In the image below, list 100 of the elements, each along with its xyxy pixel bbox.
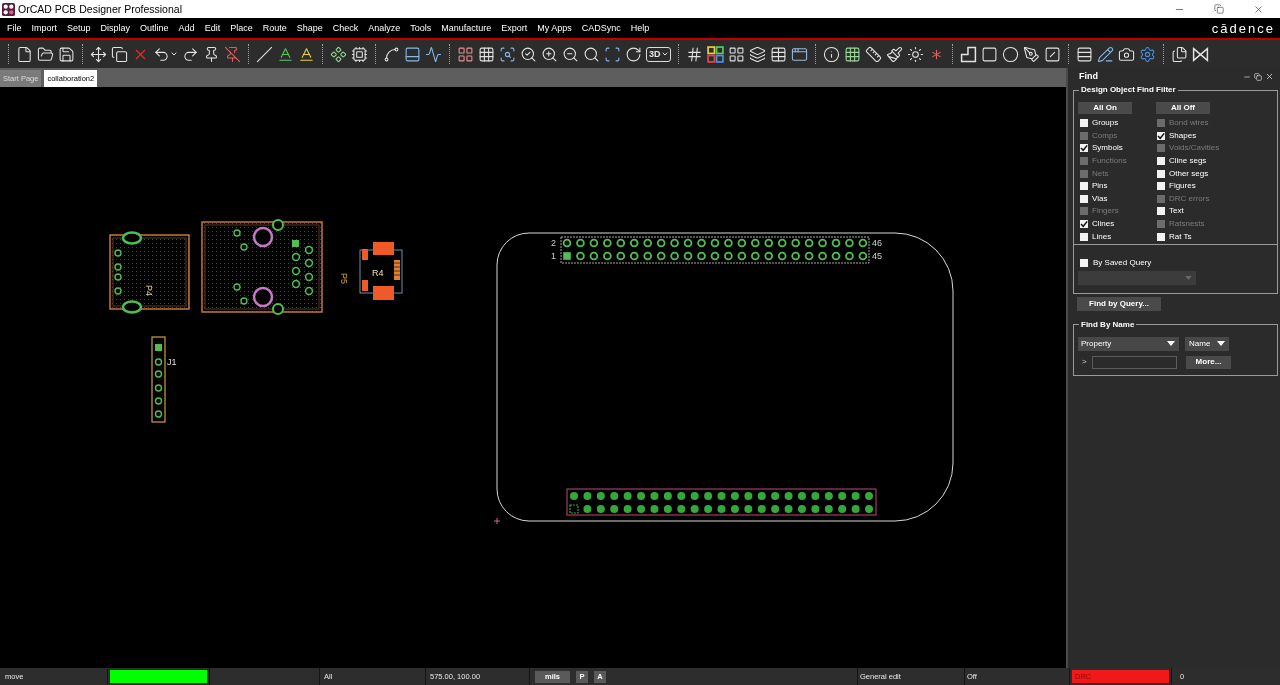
menu-item[interactable]: Edit bbox=[204, 23, 221, 33]
zoom-icon[interactable] bbox=[520, 45, 537, 63]
caret-icon bbox=[1185, 275, 1192, 280]
zoom-area-icon[interactable] bbox=[499, 45, 516, 63]
save-icon[interactable] bbox=[58, 45, 75, 63]
bowtie-icon[interactable] bbox=[1191, 45, 1209, 63]
menu-item[interactable]: Route bbox=[262, 23, 287, 33]
menu-item[interactable]: Add bbox=[178, 23, 195, 33]
file-icon[interactable] bbox=[16, 45, 33, 63]
rows-icon[interactable] bbox=[1075, 45, 1093, 63]
menu-item[interactable]: Tools bbox=[410, 23, 432, 33]
checkbox-label: Text bbox=[1169, 207, 1184, 216]
checkbox-label: Clines bbox=[1092, 220, 1115, 229]
name-input-field[interactable] bbox=[1092, 355, 1177, 369]
diamonds-icon[interactable] bbox=[330, 45, 347, 63]
checkbox[interactable] bbox=[1080, 119, 1088, 128]
tiles-icon[interactable] bbox=[727, 45, 745, 63]
menu-item[interactable]: Analyze bbox=[368, 23, 401, 33]
copy-icon[interactable] bbox=[111, 45, 128, 63]
caret-icon bbox=[1167, 341, 1175, 347]
color-squares-icon[interactable] bbox=[706, 45, 724, 63]
more-button[interactable]: More... bbox=[1186, 355, 1231, 369]
pin-icon[interactable] bbox=[203, 45, 220, 63]
filter-button[interactable]: All Off bbox=[1156, 102, 1210, 114]
undo-icon[interactable] bbox=[153, 45, 170, 63]
grid-icon[interactable] bbox=[457, 45, 474, 63]
checkbox[interactable] bbox=[1157, 232, 1165, 241]
chip-icon[interactable] bbox=[351, 45, 368, 63]
restore-icon[interactable] bbox=[1214, 4, 1224, 14]
files-icon[interactable] bbox=[1170, 45, 1188, 63]
text-icon[interactable] bbox=[277, 45, 294, 63]
spline-icon[interactable] bbox=[383, 45, 400, 63]
checkbox[interactable] bbox=[1080, 220, 1088, 229]
group-title: Find By Name bbox=[1080, 319, 1136, 330]
checkbox-label: Pins bbox=[1092, 182, 1108, 191]
zoom-in-icon[interactable] bbox=[541, 45, 558, 63]
circle-icon[interactable] bbox=[1001, 45, 1019, 63]
float-icon[interactable] bbox=[1254, 72, 1262, 81]
checkbox[interactable] bbox=[1080, 182, 1088, 191]
checkbox[interactable] bbox=[1157, 157, 1165, 166]
redo-icon[interactable] bbox=[182, 45, 199, 63]
checkbox[interactable] bbox=[1157, 131, 1165, 140]
move-icon[interactable] bbox=[90, 45, 107, 63]
text-icon[interactable] bbox=[298, 45, 315, 63]
grid-icon[interactable] bbox=[843, 45, 861, 63]
window-icon[interactable] bbox=[790, 45, 808, 63]
checkbox[interactable] bbox=[1080, 194, 1088, 203]
checkbox[interactable] bbox=[1157, 207, 1165, 216]
checkbox[interactable] bbox=[1080, 258, 1088, 267]
checkbox[interactable] bbox=[1080, 232, 1088, 241]
zoom-out-icon[interactable] bbox=[562, 45, 579, 63]
match-dropdown[interactable]: Name bbox=[1185, 336, 1229, 351]
refresh-icon[interactable] bbox=[625, 45, 642, 63]
menu-item[interactable]: Display bbox=[100, 23, 131, 33]
crossed-pin-icon[interactable] bbox=[224, 45, 241, 63]
search-icon[interactable] bbox=[583, 45, 600, 63]
pen-icon[interactable] bbox=[1022, 45, 1040, 63]
camera-icon[interactable] bbox=[1117, 45, 1135, 63]
sun-icon[interactable] bbox=[906, 45, 924, 63]
menu-item[interactable]: File bbox=[7, 23, 22, 33]
scan-icon[interactable] bbox=[604, 45, 621, 63]
slashed-square-icon[interactable] bbox=[1043, 45, 1061, 63]
folder-icon[interactable] bbox=[37, 45, 54, 63]
filter-button[interactable]: All On bbox=[1078, 102, 1132, 114]
rectangle-icon[interactable] bbox=[980, 45, 998, 63]
menu-item[interactable]: Import bbox=[31, 23, 58, 33]
menu-item[interactable]: Export bbox=[501, 23, 528, 33]
menu-item[interactable]: CADSync bbox=[581, 23, 621, 33]
menu-item[interactable]: Place bbox=[230, 23, 253, 33]
menu-item[interactable]: Shape bbox=[296, 23, 323, 33]
menu-item[interactable]: Manufacture bbox=[441, 23, 492, 33]
checkbox[interactable] bbox=[1080, 144, 1088, 153]
3d-view-button[interactable]: 3D bbox=[646, 46, 671, 62]
settings-icon[interactable] bbox=[1138, 45, 1156, 63]
l-shape-icon[interactable] bbox=[959, 45, 977, 63]
hash-icon[interactable] bbox=[685, 45, 703, 63]
find-by-query-button[interactable]: Find by Query... bbox=[1077, 296, 1161, 311]
grid-icon[interactable] bbox=[478, 45, 495, 63]
menu-item[interactable]: Help bbox=[630, 23, 650, 33]
line-icon[interactable] bbox=[256, 45, 273, 63]
checkbox[interactable] bbox=[1157, 182, 1165, 191]
menu-item[interactable]: Outline bbox=[140, 23, 169, 33]
pulse-icon[interactable] bbox=[425, 45, 442, 63]
menu-item[interactable]: My Apps bbox=[537, 23, 572, 33]
brush-icon[interactable] bbox=[885, 45, 903, 63]
info-icon[interactable] bbox=[822, 45, 840, 63]
table-icon[interactable] bbox=[769, 45, 787, 63]
prompt-label: > bbox=[1081, 358, 1088, 367]
object-type-dropdown[interactable]: Property bbox=[1078, 336, 1179, 351]
close-icon[interactable] bbox=[1265, 72, 1274, 81]
checkbox[interactable] bbox=[1157, 169, 1165, 178]
caret-icon[interactable] bbox=[170, 50, 178, 58]
menu-item[interactable]: Setup bbox=[67, 23, 91, 33]
close-icon[interactable] bbox=[1253, 3, 1264, 15]
panel-icon[interactable] bbox=[404, 45, 421, 63]
pin-number: 1 bbox=[551, 251, 556, 261]
ruler-icon[interactable] bbox=[864, 45, 882, 63]
menu-item[interactable]: Check bbox=[332, 23, 359, 33]
layers-icon[interactable] bbox=[748, 45, 766, 63]
pencil-icon[interactable] bbox=[1096, 45, 1114, 63]
